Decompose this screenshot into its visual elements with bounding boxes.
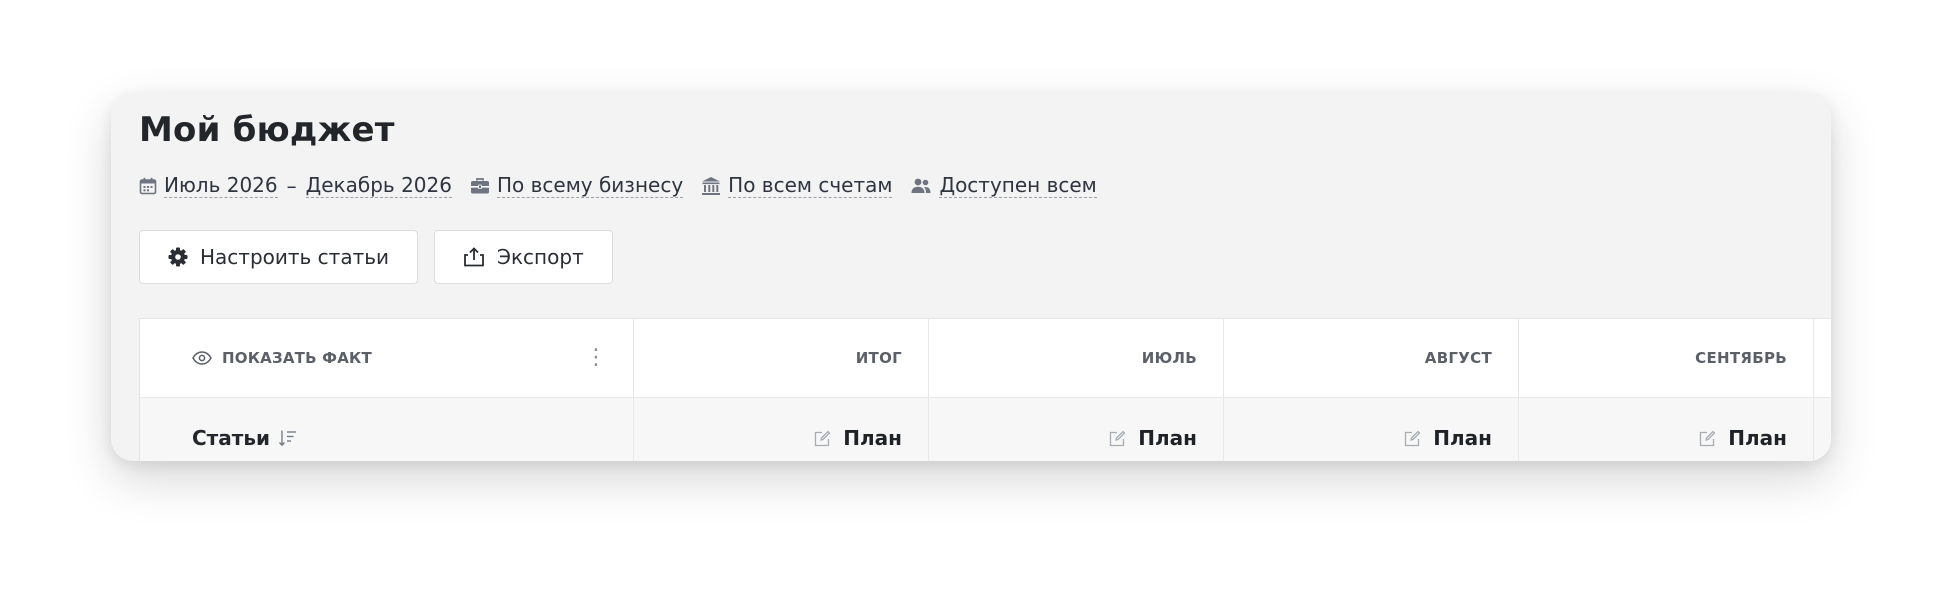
period-filter[interactable]: Июль 2026 – Декабрь 2026: [139, 173, 452, 198]
plan-cell-total: План: [634, 398, 929, 461]
calendar-icon: [139, 177, 157, 195]
plan-label: План: [1728, 426, 1787, 450]
edit-icon: [1699, 430, 1716, 447]
plan-edit-september[interactable]: План: [1699, 426, 1787, 450]
configure-articles-label: Настроить статьи: [200, 245, 390, 269]
action-buttons: Настроить статьи Экспорт: [139, 230, 613, 284]
share-icon: [463, 247, 485, 267]
column-header-label: ИЮЛЬ: [1141, 349, 1197, 367]
users-icon: [910, 177, 932, 195]
column-header-september: СЕНТЯБРЬ: [1519, 319, 1814, 397]
column-header-label: ИТОГ: [855, 349, 902, 367]
briefcase-icon: [470, 177, 490, 195]
edit-icon: [1404, 430, 1421, 447]
column-header-label: СЕНТЯБРЬ: [1695, 349, 1787, 367]
business-filter-label[interactable]: По всему бизнесу: [496, 173, 684, 198]
column-header-total: ИТОГ: [634, 319, 929, 397]
filter-bar: Июль 2026 – Декабрь 2026 По всему бизнес…: [139, 173, 1097, 198]
plan-edit-total[interactable]: План: [814, 426, 902, 450]
table-header-row: ПОКАЗАТЬ ФАКТ ⋮ ИТОГ ИЮЛЬ АВГУСТ СЕНТЯБР…: [140, 319, 1831, 398]
column-header-july: ИЮЛЬ: [929, 319, 1224, 397]
show-fact-label: ПОКАЗАТЬ ФАКТ: [222, 349, 372, 367]
edit-icon: [1109, 430, 1126, 447]
plan-label: План: [843, 426, 902, 450]
period-from[interactable]: Июль 2026: [164, 173, 278, 198]
sort-icon: [278, 429, 298, 447]
plan-cell-august: План: [1224, 398, 1519, 461]
period-separator: –: [286, 173, 297, 198]
configure-articles-button[interactable]: Настроить статьи: [139, 230, 419, 284]
plan-label: План: [1138, 426, 1197, 450]
access-filter-label[interactable]: Доступен всем: [939, 173, 1097, 198]
eye-icon: [192, 351, 212, 365]
accounts-filter-label[interactable]: По всем счетам: [728, 173, 893, 198]
budget-table: ПОКАЗАТЬ ФАКТ ⋮ ИТОГ ИЮЛЬ АВГУСТ СЕНТЯБР…: [139, 318, 1831, 461]
accounts-filter[interactable]: По всем счетам: [701, 173, 893, 198]
bank-icon: [701, 176, 721, 196]
show-fact-cell: ПОКАЗАТЬ ФАКТ ⋮: [140, 319, 634, 397]
plan-edit-august[interactable]: План: [1404, 426, 1492, 450]
gear-icon: [168, 247, 188, 267]
export-button[interactable]: Экспорт: [434, 230, 613, 284]
articles-cell: Статьи: [140, 398, 634, 461]
articles-label: Статьи: [192, 426, 271, 450]
column-header-label: АВГУСТ: [1424, 349, 1492, 367]
export-label: Экспорт: [497, 245, 584, 269]
plan-cell-july: План: [929, 398, 1224, 461]
show-fact-toggle[interactable]: ПОКАЗАТЬ ФАКТ: [192, 349, 372, 367]
plan-cell-september: План: [1519, 398, 1814, 461]
kebab-menu-icon[interactable]: ⋮: [581, 347, 611, 369]
plan-edit-july[interactable]: План: [1109, 426, 1197, 450]
edit-icon: [814, 430, 831, 447]
plan-label: План: [1433, 426, 1492, 450]
budget-card: Мой бюджет Июль 2026 – Декабрь 2026 По в…: [111, 93, 1831, 461]
business-filter[interactable]: По всему бизнесу: [470, 173, 684, 198]
period-to[interactable]: Декабрь 2026: [305, 173, 452, 198]
articles-sort-header[interactable]: Статьи: [192, 426, 298, 450]
access-filter[interactable]: Доступен всем: [910, 173, 1097, 198]
column-header-august: АВГУСТ: [1224, 319, 1519, 397]
page-title: Мой бюджет: [139, 110, 395, 150]
table-plan-row: Статьи План План План План: [140, 398, 1831, 461]
